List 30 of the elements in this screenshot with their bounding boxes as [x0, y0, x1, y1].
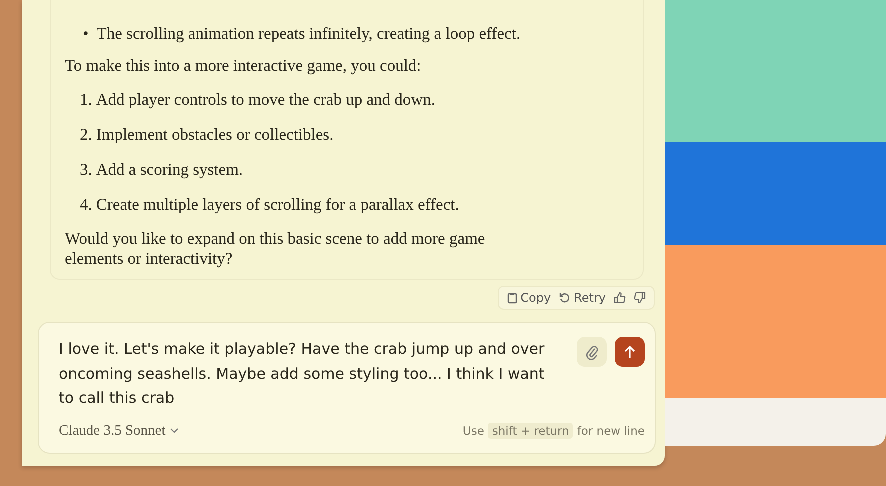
thumbs-up-button[interactable]: [614, 292, 626, 304]
list-item: Add player controls to move the crab up and down.: [96, 90, 436, 110]
list-item: Create multiple layers of scrolling for a parallax effect.: [96, 195, 460, 215]
list-number: 1.: [80, 90, 92, 110]
paragraph: To make this into a more interactive game, you could:: [65, 56, 422, 76]
hint-text: for new line: [577, 424, 645, 438]
retry-icon: [559, 292, 572, 304]
list-item: Implement obstacles or collectibles.: [96, 125, 334, 145]
retry-button[interactable]: Retry: [559, 291, 606, 305]
attach-button[interactable]: [577, 337, 607, 367]
thumbs-down-button[interactable]: [634, 292, 646, 304]
thumbs-down-icon: [634, 292, 646, 304]
chevron-down-icon: [170, 428, 179, 434]
list-number: 4.: [80, 195, 92, 215]
model-selector[interactable]: Claude 3.5 Sonnet: [59, 422, 179, 440]
arrow-up-icon: [624, 345, 636, 359]
list-number: 2.: [80, 125, 92, 145]
keyboard-shortcut: shift + return: [488, 423, 574, 439]
paragraph: Would you like to expand on this basic scene to add more game elements or interactivity?: [65, 229, 486, 269]
copy-icon: [506, 292, 518, 304]
list-item: Add a scoring system.: [96, 160, 244, 180]
message-input[interactable]: I love it. Let's make it playable? Have the crab jump up and over oncoming seashells. Maybe add some styling too... I think I want to call this crab: [59, 337, 559, 410]
copy-button[interactable]: Copy: [506, 291, 552, 305]
list-number: 3.: [80, 160, 92, 180]
paperclip-icon: [585, 344, 599, 360]
bullet-marker: •: [83, 24, 89, 44]
thumbs-up-icon: [614, 292, 626, 304]
hint-text: Use: [462, 424, 484, 438]
bullet-item: The scrolling animation repeats infinitely, creating a loop effect.: [96, 24, 521, 44]
send-button[interactable]: [615, 337, 645, 367]
